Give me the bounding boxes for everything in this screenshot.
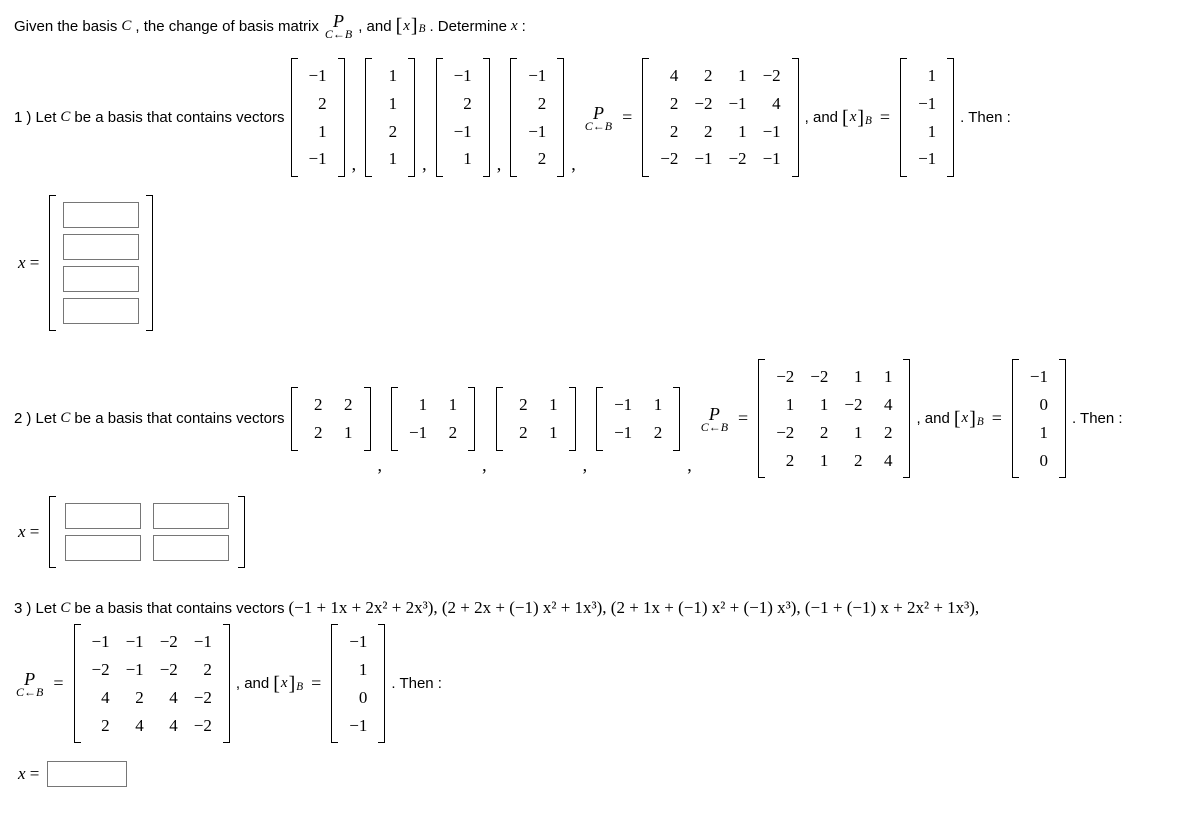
- p2-answer: x =: [18, 496, 1170, 568]
- p1-v1: −121−1: [291, 58, 345, 177]
- intro-t3: , and: [358, 16, 391, 37]
- p3-answer: x =: [18, 761, 1170, 787]
- p3-pcb: P C←B: [16, 670, 43, 698]
- p1-v3: −12−11: [436, 58, 490, 177]
- p2-v2: 11−12: [391, 387, 475, 451]
- p2-pcb: P C←B: [701, 405, 728, 433]
- p3-vectors: (−1 + 1x + 2x² + 2x³), (2 + 2x + (−1) x²…: [289, 596, 980, 620]
- p3-xB: −110−1: [331, 624, 385, 743]
- p1-xB: 1−11−1: [900, 58, 954, 177]
- p2-x-12[interactable]: [153, 503, 229, 529]
- p3-num: 3: [14, 598, 22, 619]
- p1-P: 421−22−2−14221−1−2−1−2−1: [642, 58, 798, 177]
- p1-let-pre: ) Let: [26, 107, 56, 128]
- p1-v4: −12−12: [510, 58, 564, 177]
- problem-1: 1 ) Let C be a basis that contains vecto…: [14, 58, 1170, 331]
- p2-v4: −11−12: [596, 387, 680, 451]
- p1-v2: 1121: [365, 58, 415, 177]
- p2-v1: 2221: [291, 387, 371, 451]
- p2-xb: [ x ] B: [954, 405, 984, 433]
- p1-x-2[interactable]: [63, 234, 139, 260]
- p2-v3: 2121: [496, 387, 576, 451]
- intro-x: x: [511, 16, 518, 37]
- p1-C: C: [60, 107, 70, 128]
- p1-x-1[interactable]: [63, 202, 139, 228]
- xb-symbol: [ x ] B: [396, 12, 426, 40]
- p3-P: −1−1−2−1−2−1−22424−2244−2: [74, 624, 230, 743]
- intro-t1: Given the basis: [14, 16, 117, 37]
- p2-xB: −1010: [1012, 359, 1066, 478]
- p2-x-22[interactable]: [153, 535, 229, 561]
- p1-num: 1: [14, 107, 22, 128]
- pcb-symbol: P C←B: [325, 12, 352, 40]
- p1-pcb: P C←B: [585, 104, 612, 132]
- intro-t5: :: [522, 16, 526, 37]
- p2-x-11[interactable]: [65, 503, 141, 529]
- intro: Given the basis C , the change of basis …: [14, 12, 1170, 40]
- p2-x-21[interactable]: [65, 535, 141, 561]
- p1-xb: [ x ] B: [842, 104, 872, 132]
- p3-xb: [ x ] B: [273, 670, 303, 698]
- p2-P: −2−21111−24−22122124: [758, 359, 910, 478]
- p1-answer-vector: [49, 195, 153, 331]
- intro-t2: , the change of basis matrix: [135, 16, 318, 37]
- p1-x-3[interactable]: [63, 266, 139, 292]
- p1-let-post: be a basis that contains vectors: [74, 107, 284, 128]
- problem-3: 3 ) Let C be a basis that contains vecto…: [14, 596, 1170, 787]
- p2-answer-matrix: [49, 496, 245, 568]
- problem-2: 2 ) Let C be a basis that contains vecto…: [14, 359, 1170, 568]
- p1-x-4[interactable]: [63, 298, 139, 324]
- p3-x-input[interactable]: [47, 761, 127, 787]
- intro-t4: . Determine: [429, 16, 507, 37]
- p1-answer: x =: [18, 195, 1170, 331]
- p2-num: 2: [14, 408, 22, 429]
- intro-C: C: [121, 16, 131, 37]
